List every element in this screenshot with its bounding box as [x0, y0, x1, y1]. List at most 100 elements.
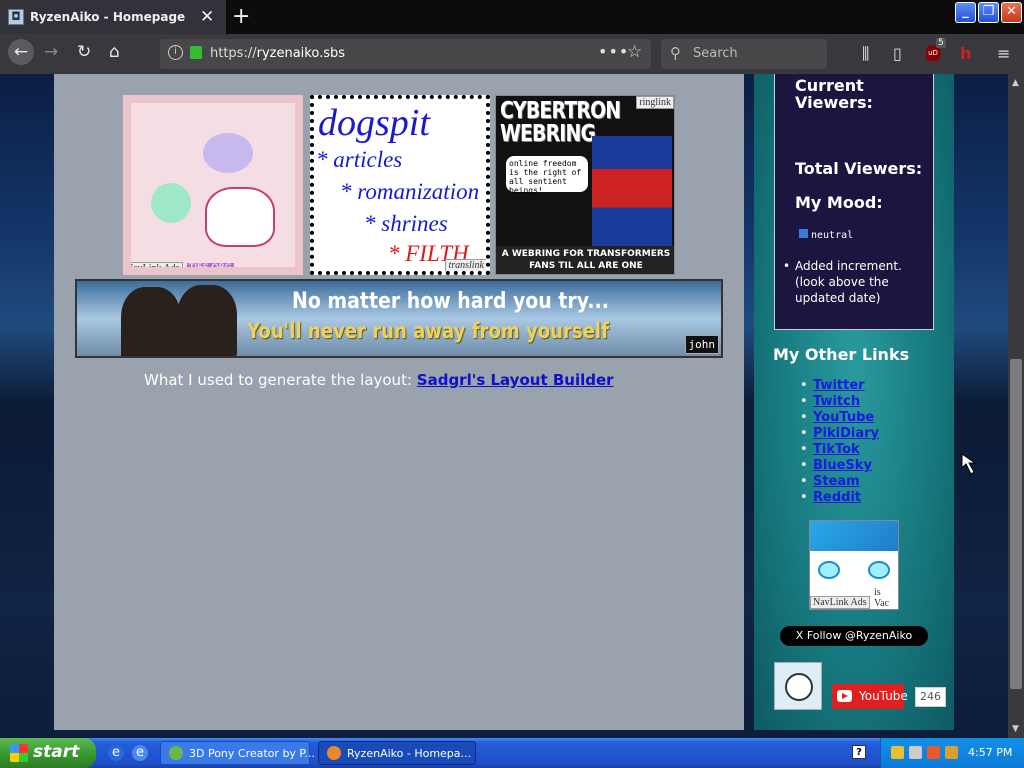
url-bar[interactable]: i https://ryzenaiko.sbs ••• ☆ [160, 39, 651, 69]
navigation-bar: ← → ↻ ⌂ i https://ryzenaiko.sbs ••• ☆ ⚲ … [0, 34, 1024, 74]
cat-eye [868, 561, 890, 579]
system-tray: 4:57 PM [880, 738, 1024, 768]
twitter-link[interactable]: Twitter [813, 378, 865, 393]
mood-status: neutral [799, 229, 853, 241]
current-viewers-label: Current Viewers: [795, 76, 873, 112]
scroll-down-icon[interactable]: ▼ [1012, 724, 1019, 734]
other-links-list: Twitter Twitch YouTube PikiDiary TikTok … [800, 378, 879, 506]
list-item: Reddit [800, 490, 879, 506]
search-tray-icon[interactable] [945, 746, 958, 759]
maximize-button[interactable]: ❐ [978, 2, 999, 23]
cat-button[interactable]: NavLink Ads is Vac [809, 520, 899, 610]
start-button[interactable]: start [0, 738, 96, 768]
url-text: https://ryzenaiko.sbs [210, 46, 346, 61]
speech-bubble: online freedom is the right of all senti… [506, 156, 588, 195]
dogspit-button[interactable]: dogspit * articles * romanization * shri… [310, 95, 490, 275]
navlink-tag[interactable]: NavLink Ads [131, 262, 183, 267]
generator-credit: What I used to generate the layout: Sadg… [144, 371, 614, 389]
page-content: NavLink Ads TIES.ORG dogspit * articles … [0, 74, 1008, 738]
info-icon[interactable]: i [168, 45, 183, 60]
update-list: Added increment. (look above the updated… [783, 258, 931, 306]
banner-line-2: You'll never run away from yourself [247, 319, 609, 343]
list-item: Twitch [800, 394, 879, 410]
internet-explorer-icon[interactable]: e [108, 745, 124, 761]
tiktok-link[interactable]: TikTok [813, 442, 860, 457]
close-tab-icon[interactable]: ✕ [200, 7, 214, 27]
search-input[interactable]: ⚲ Search [661, 39, 827, 69]
bluesky-link[interactable]: BlueSky [813, 458, 872, 473]
hello-kitty-button[interactable]: NavLink Ads TIES.ORG [123, 95, 303, 275]
hello-kitty-image [205, 187, 275, 247]
close-window-button[interactable]: ✕ [1001, 2, 1022, 23]
twitch-link[interactable]: Twitch [813, 394, 860, 409]
layout-builder-link[interactable]: Sadgrl's Layout Builder [417, 371, 614, 389]
sidebar-toggle-icon[interactable]: ▯ [893, 44, 902, 63]
quick-launch-icon[interactable]: e [132, 745, 148, 761]
banner-line-1: No matter how hard you try... [292, 289, 609, 314]
sidebar: Current Viewers: Total Viewers: My Mood:… [754, 74, 954, 730]
new-tab-button[interactable]: + [232, 4, 250, 29]
browser-tab[interactable]: ◘ RyzenAiko - Homepage ✕ [0, 0, 226, 34]
dogspit-item: * articles [316, 147, 403, 172]
minimize-button[interactable]: _ [955, 2, 976, 23]
page-scrollbar[interactable]: ▲ ▼ [1008, 74, 1024, 738]
heart-shape [203, 133, 253, 173]
steam-link[interactable]: Steam [813, 474, 860, 489]
translink-tag[interactable]: translink [445, 259, 486, 271]
mouse-cursor-icon [961, 453, 977, 475]
forward-button[interactable]: → [44, 42, 58, 62]
youtube-channel-name[interactable]: RyzenAiko [832, 664, 888, 677]
cat-eye [818, 561, 840, 579]
tray-app-icon[interactable] [927, 746, 940, 759]
favicon-icon: ◘ [8, 9, 24, 25]
total-viewers-label: Total Viewers: [795, 159, 923, 178]
home-button[interactable]: ⌂ [109, 42, 120, 62]
navlink-tag[interactable]: NavLink Ads [810, 596, 870, 609]
library-icon[interactable]: ⫼ [862, 44, 869, 64]
window-controls: _ ❐ ✕ [955, 2, 1022, 24]
search-icon: ⚲ [670, 44, 681, 62]
menu-icon[interactable]: ≡ [997, 44, 1010, 63]
person-image [121, 287, 181, 356]
reddit-link[interactable]: Reddit [813, 490, 861, 505]
pony-app-icon [169, 746, 183, 760]
mood-value: neutral [811, 230, 854, 241]
youtube-subscribe-button[interactable]: YouTube [832, 684, 908, 709]
list-item: Steam [800, 474, 879, 490]
mood-icon [799, 229, 808, 238]
list-item: Twitter [800, 378, 879, 394]
taskbar-button-ryzenaiko[interactable]: RyzenAiko - Homepa... [318, 741, 476, 765]
scrollbar-thumb[interactable] [1010, 359, 1022, 689]
youtube-avatar[interactable] [774, 662, 822, 710]
dogspit-item: * shrines [364, 211, 448, 236]
page-actions-icon[interactable]: ••• [598, 42, 629, 61]
back-button[interactable]: ← [8, 39, 34, 65]
cat-tag: is Vac [872, 587, 898, 609]
pikidiary-link[interactable]: PikiDiary [813, 426, 879, 441]
tab-title: RyzenAiko - Homepage [30, 10, 186, 24]
network-icon[interactable] [909, 746, 922, 759]
yourself-banner[interactable]: No matter how hard you try... You'll nev… [75, 279, 723, 358]
person-image [177, 285, 237, 356]
cybertron-webring-button[interactable]: CYBERTRON WEBRING online freedom is the … [495, 95, 675, 275]
avatar-image [785, 673, 813, 701]
cybertron-caption: A WEBRING FOR TRANSFORMERS FANS TIL ALL … [496, 246, 674, 274]
bookmark-star-icon[interactable]: ☆ [627, 42, 642, 62]
help-icon[interactable]: ? [852, 745, 866, 759]
x-follow-button[interactable]: X Follow @RyzenAiko [780, 626, 928, 646]
youtube-link[interactable]: YouTube [813, 410, 874, 425]
reload-button[interactable]: ↻ [77, 42, 91, 62]
viewer-box: Current Viewers: Total Viewers: My Mood:… [774, 74, 934, 330]
dogspit-item: * romanization [340, 179, 480, 204]
lock-icon [190, 46, 202, 59]
scroll-up-icon[interactable]: ▲ [1012, 78, 1019, 88]
banner-credit: john [684, 335, 719, 354]
ringlink-tag[interactable]: ringlink [636, 96, 674, 109]
mood-label: My Mood: [795, 193, 883, 212]
extension-icon[interactable]: h [960, 44, 971, 63]
taskbar-button-pony[interactable]: 3D Pony Creator by P... [160, 741, 315, 765]
shield-icon[interactable] [891, 746, 904, 759]
list-item: TikTok [800, 442, 879, 458]
ties-tag[interactable]: TIES.ORG [187, 263, 234, 267]
cat-ears-image [810, 521, 898, 551]
